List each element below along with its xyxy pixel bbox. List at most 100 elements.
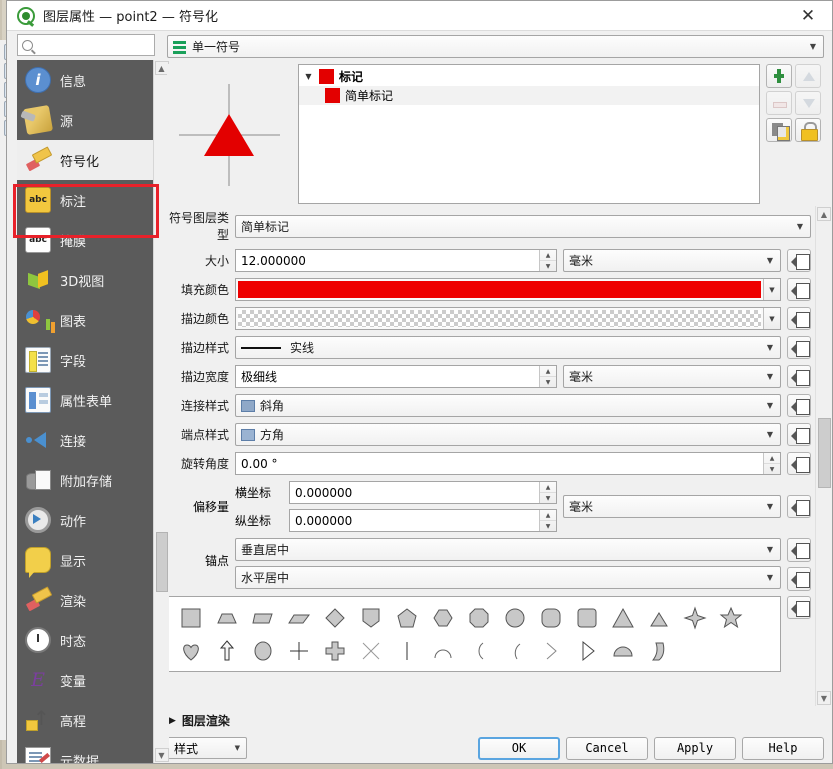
- chevron-right-icon[interactable]: ▶: [169, 716, 176, 726]
- rotation-input[interactable]: 0.00 ° ▲ ▼: [235, 452, 781, 475]
- close-icon[interactable]: ✕: [788, 2, 828, 30]
- shape-half-circle[interactable]: [605, 634, 641, 667]
- sidebar-item-fields[interactable]: 字段: [17, 340, 153, 380]
- shape-shield[interactable]: [353, 601, 389, 634]
- data-defined-override-icon[interactable]: [787, 307, 811, 330]
- sidebar-item-temporal[interactable]: 时态: [17, 620, 153, 660]
- shape-x-mark[interactable]: [353, 634, 389, 667]
- symbol-layer-type-select[interactable]: 简单标记 ▼: [235, 214, 811, 238]
- renderer-select[interactable]: 单一符号 ▼: [167, 35, 824, 58]
- shape-rounded-square-octagon[interactable]: [533, 601, 569, 634]
- chevron-down-icon[interactable]: ▼: [303, 72, 314, 81]
- fill-color-button[interactable]: ▼: [235, 278, 781, 301]
- shape-arrow-up[interactable]: [209, 634, 245, 667]
- sidebar-item-diagrams[interactable]: 图表: [17, 300, 153, 340]
- data-defined-override-icon[interactable]: [787, 336, 811, 359]
- sidebar-item-joins[interactable]: 连接: [17, 420, 153, 460]
- shape-quarter-arc[interactable]: [461, 634, 497, 667]
- search-input[interactable]: [38, 37, 150, 53]
- sidebar-item-variables[interactable]: 变量: [17, 660, 153, 700]
- symbol-layer-tree[interactable]: ▼ 标记 简单标记: [298, 64, 760, 204]
- data-defined-override-icon[interactable]: [787, 423, 811, 446]
- shape-right-triangle-outline[interactable]: [569, 634, 605, 667]
- scroll-up-icon[interactable]: ▲: [817, 207, 831, 221]
- scrollbar-thumb[interactable]: [155, 531, 168, 592]
- data-defined-override-icon[interactable]: [787, 495, 811, 518]
- offset-unit-select[interactable]: 毫米 ▼: [563, 495, 781, 518]
- shape-third-arc[interactable]: [497, 634, 533, 667]
- style-button[interactable]: 样式 ▼: [167, 737, 247, 759]
- offset-x-input[interactable]: 0.000000 ▲ ▼: [289, 481, 557, 504]
- shape-palette[interactable]: [167, 596, 781, 672]
- cap-style-select[interactable]: 方角 ▼: [235, 423, 781, 446]
- add-symbol-layer-button[interactable]: [766, 64, 792, 88]
- sidebar-item-rendering[interactable]: 渲染: [17, 580, 153, 620]
- scrollbar-thumb[interactable]: [817, 418, 831, 488]
- shape-cross-fill[interactable]: [317, 634, 353, 667]
- data-defined-override-icon[interactable]: [787, 567, 811, 591]
- shape-circle[interactable]: [497, 601, 533, 634]
- tree-row[interactable]: 简单标记: [299, 86, 759, 105]
- data-defined-override-icon[interactable]: [787, 249, 811, 272]
- stroke-color-button[interactable]: ▼: [235, 307, 781, 330]
- shape-square[interactable]: [173, 601, 209, 634]
- sidebar-item-info[interactable]: 信息: [17, 60, 153, 100]
- sidebar-item-3dview[interactable]: 3D视图: [17, 260, 153, 300]
- shape-octagon[interactable]: [461, 601, 497, 634]
- sidebar-item-elevation[interactable]: 高程: [17, 700, 153, 740]
- remove-symbol-layer-button[interactable]: [766, 91, 792, 115]
- data-defined-override-icon[interactable]: [787, 538, 811, 562]
- shape-equilateral-triangle[interactable]: [641, 601, 677, 634]
- anchor-vertical-select[interactable]: 垂直居中 ▼: [235, 538, 781, 561]
- scroll-down-icon[interactable]: ▼: [154, 748, 169, 762]
- apply-button[interactable]: Apply: [654, 736, 736, 760]
- offset-x-stepper[interactable]: ▲ ▼: [539, 482, 556, 503]
- shape-pentagon[interactable]: [389, 601, 425, 634]
- shape-cross[interactable]: [281, 634, 317, 667]
- sidebar-item-metadata[interactable]: 元数据: [17, 740, 153, 763]
- sidebar-item-display[interactable]: 显示: [17, 540, 153, 580]
- search-box[interactable]: [17, 34, 155, 56]
- shape-rounded-square[interactable]: [569, 601, 605, 634]
- move-down-button[interactable]: [795, 91, 821, 115]
- duplicate-symbol-layer-button[interactable]: [766, 118, 792, 142]
- size-input[interactable]: 12.000000 ▲ ▼: [235, 249, 557, 272]
- shape-half-arc[interactable]: [425, 634, 461, 667]
- ok-button[interactable]: OK: [478, 736, 560, 760]
- data-defined-override-icon[interactable]: [787, 365, 811, 388]
- sidebar-item-masks[interactable]: 掩膜: [17, 220, 153, 260]
- move-up-button[interactable]: [795, 64, 821, 88]
- rotation-stepper[interactable]: ▲ ▼: [763, 453, 780, 474]
- data-defined-override-icon[interactable]: [787, 394, 811, 417]
- sidebar-item-attributes-form[interactable]: 属性表单: [17, 380, 153, 420]
- size-unit-select[interactable]: 毫米 ▼: [563, 249, 781, 272]
- stroke-width-unit-select[interactable]: 毫米 ▼: [563, 365, 781, 388]
- shape-leaf[interactable]: [641, 634, 677, 667]
- offset-y-stepper[interactable]: ▲ ▼: [539, 510, 556, 531]
- offset-y-input[interactable]: 0.000000 ▲ ▼: [289, 509, 557, 532]
- sidebar-item-labels[interactable]: 标注: [17, 180, 153, 220]
- chevron-down-icon[interactable]: ▼: [763, 279, 780, 300]
- shape-diamond[interactable]: [317, 601, 353, 634]
- join-style-select[interactable]: 斜角 ▼: [235, 394, 781, 417]
- layer-rendering-section[interactable]: ▶ 图层渲染: [159, 706, 832, 733]
- shape-hexagon[interactable]: [425, 601, 461, 634]
- size-stepper[interactable]: ▲ ▼: [539, 250, 556, 271]
- scroll-down-icon[interactable]: ▼: [817, 691, 831, 705]
- data-defined-override-icon[interactable]: [787, 278, 811, 301]
- sidebar-item-auxiliary-storage[interactable]: 附加存储: [17, 460, 153, 500]
- data-defined-override-icon[interactable]: [787, 596, 811, 619]
- cancel-button[interactable]: Cancel: [566, 736, 648, 760]
- shape-parallelogram-right[interactable]: [245, 601, 281, 634]
- shape-parallelogram-left[interactable]: [281, 601, 317, 634]
- anchor-horizontal-select[interactable]: 水平居中 ▼: [235, 566, 781, 589]
- shape-heart[interactable]: [173, 634, 209, 667]
- shape-line[interactable]: [389, 634, 425, 667]
- stroke-style-select[interactable]: 实线 ▼: [235, 336, 781, 359]
- shape-four-point-star[interactable]: [677, 601, 713, 634]
- shape-triangle[interactable]: [605, 601, 641, 634]
- shape-ellipse[interactable]: [245, 634, 281, 667]
- stroke-width-stepper[interactable]: ▲ ▼: [539, 366, 556, 387]
- shape-star[interactable]: [713, 601, 749, 634]
- chevron-down-icon[interactable]: ▼: [763, 308, 780, 329]
